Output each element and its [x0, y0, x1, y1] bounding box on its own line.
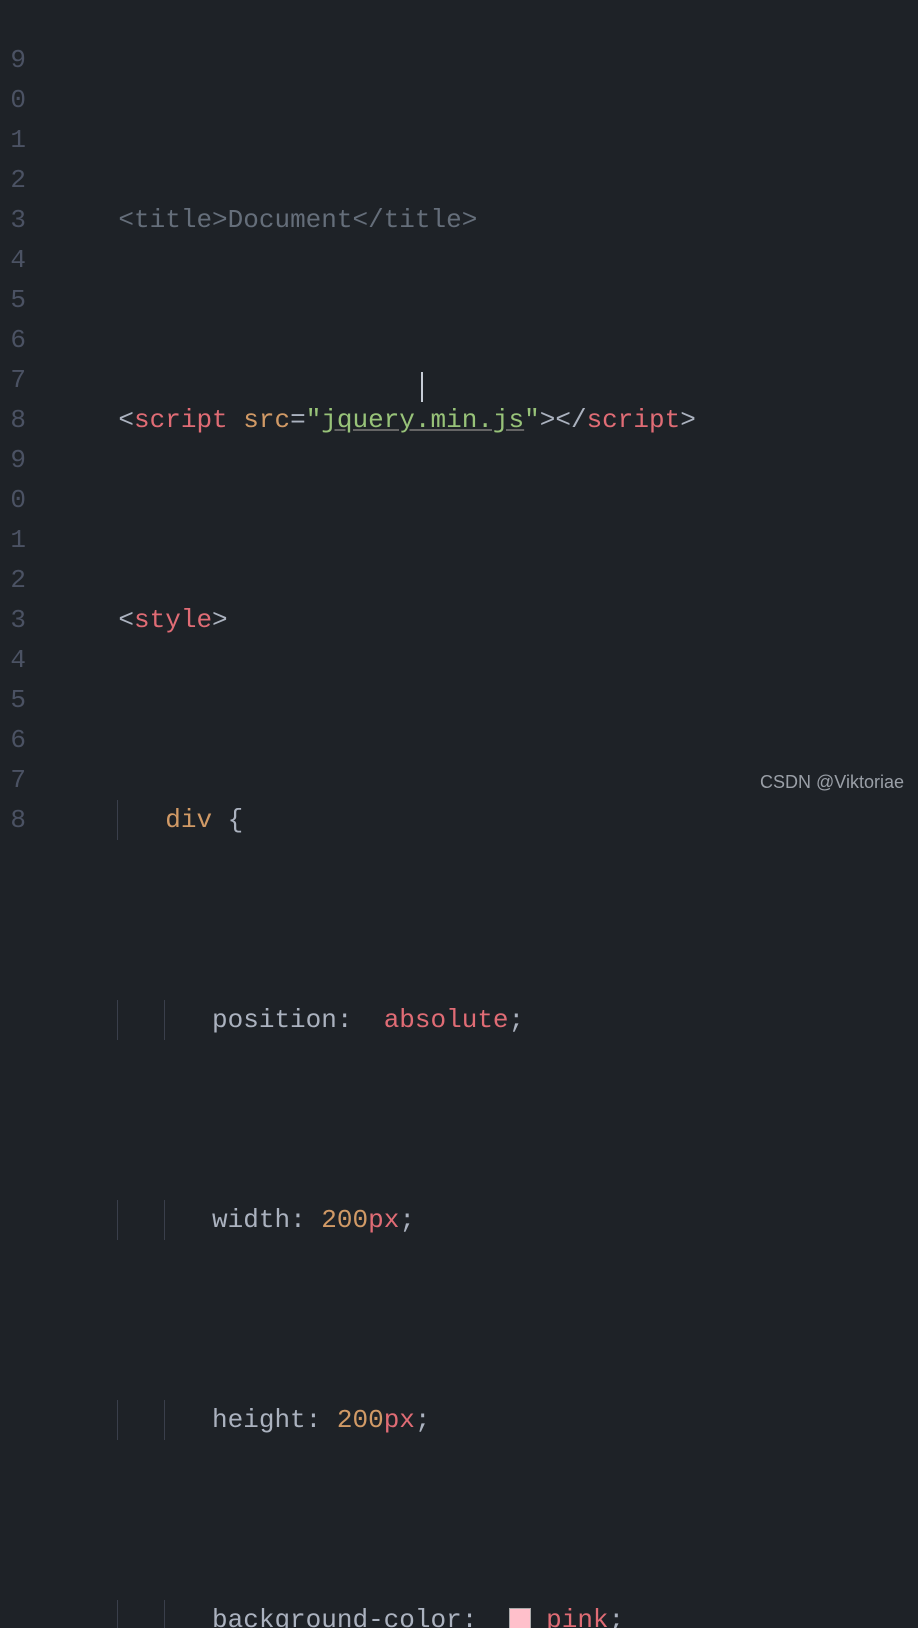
line-number: 5: [0, 280, 32, 320]
code-line: height: 200px;: [56, 1400, 696, 1440]
code-line: <title>Document</title>: [56, 200, 696, 240]
text-cursor: [421, 372, 423, 402]
code-line: div {: [56, 800, 696, 840]
code-line: background-color: pink;: [56, 1600, 696, 1628]
code-line: <script src="jquery.min.js"></script>: [56, 400, 696, 440]
line-number: 8: [0, 400, 32, 440]
code-area[interactable]: <title>Document</title> <script src="jqu…: [32, 0, 696, 814]
line-number: 6: [0, 720, 32, 760]
line-number: 7: [0, 760, 32, 800]
line-number: 2: [0, 560, 32, 600]
line-number: 0: [0, 480, 32, 520]
code-editor: 9 0 1 2 3 4 5 6 7 8 9 0 1 2 3 4 5 6 7 8 …: [0, 0, 918, 814]
line-number: 8: [0, 800, 32, 840]
line-number: 4: [0, 240, 32, 280]
watermark: CSDN @Viktoriae: [760, 762, 904, 802]
line-number: 9: [0, 40, 32, 80]
line-number: 2: [0, 160, 32, 200]
code-line: position: absolute;: [56, 1000, 696, 1040]
line-number: 6: [0, 320, 32, 360]
code-line: <style>: [56, 600, 696, 640]
line-number: 7: [0, 360, 32, 400]
line-number: 3: [0, 200, 32, 240]
line-number: 4: [0, 640, 32, 680]
line-number: [0, 0, 32, 40]
line-number: 3: [0, 600, 32, 640]
line-number: 0: [0, 80, 32, 120]
line-number: 5: [0, 680, 32, 720]
line-number: 1: [0, 520, 32, 560]
line-number: 9: [0, 440, 32, 480]
code-line: width: 200px;: [56, 1200, 696, 1240]
color-swatch-icon: [509, 1608, 531, 1628]
line-number: 1: [0, 120, 32, 160]
line-gutter: 9 0 1 2 3 4 5 6 7 8 9 0 1 2 3 4 5 6 7 8: [0, 0, 32, 814]
